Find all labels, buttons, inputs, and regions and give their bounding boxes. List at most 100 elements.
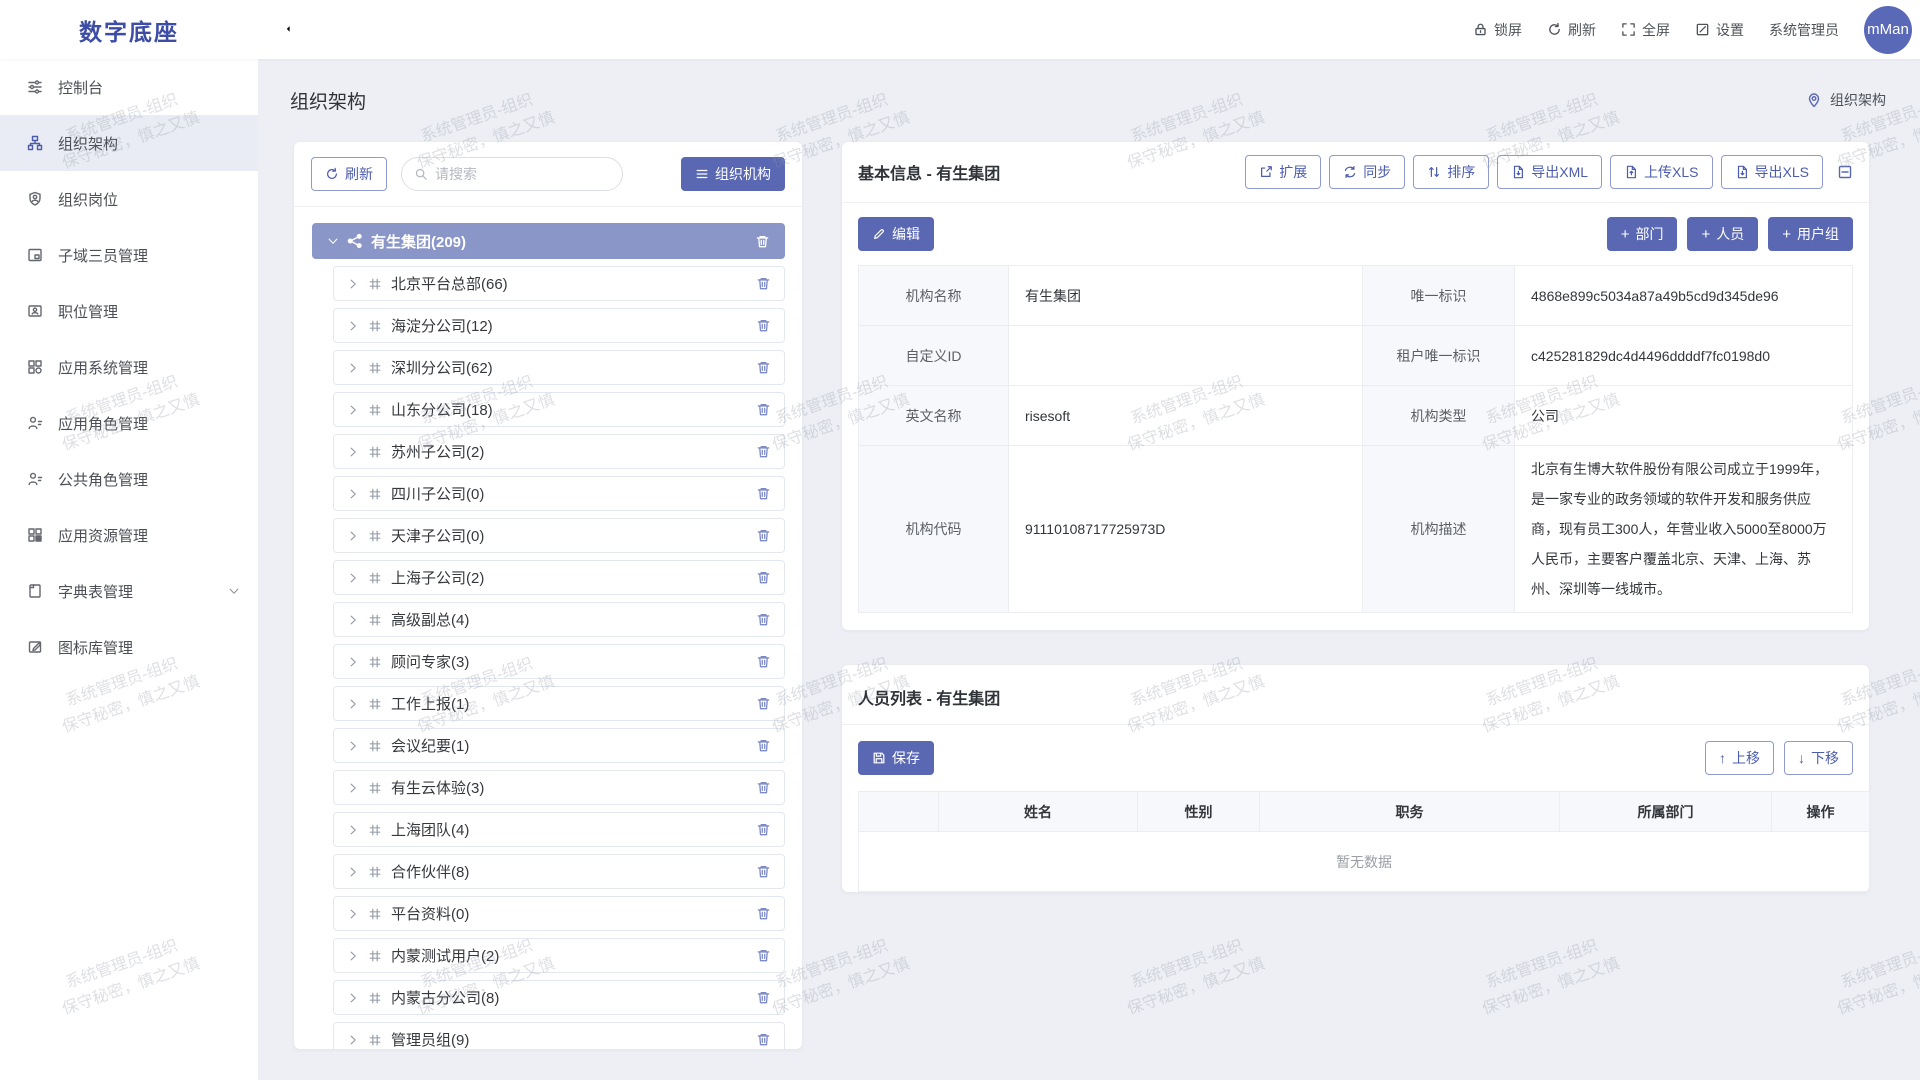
trash-icon[interactable] bbox=[756, 948, 771, 963]
chevron-right-icon[interactable] bbox=[347, 656, 359, 668]
tree-refresh-button[interactable]: 刷新 bbox=[311, 157, 387, 191]
org-structure-button[interactable]: 组织机构 bbox=[681, 157, 785, 191]
tree-node[interactable]: 内蒙测试用户(2) bbox=[333, 938, 785, 973]
chevron-right-icon[interactable] bbox=[347, 320, 359, 332]
breadcrumb-label: 组织架构 bbox=[1830, 90, 1886, 110]
avatar[interactable]: mMan bbox=[1864, 6, 1912, 54]
chevron-right-icon[interactable] bbox=[347, 698, 359, 710]
tree-root-node[interactable]: 有生集团(209) bbox=[312, 223, 785, 259]
tree-node[interactable]: 北京平台总部(66) bbox=[333, 266, 785, 301]
tree-node[interactable]: 深圳分公司(62) bbox=[333, 350, 785, 385]
toolbar-button-排序[interactable]: 排序 bbox=[1413, 155, 1489, 189]
field-value: risesoft bbox=[1009, 386, 1363, 446]
chevron-right-icon[interactable] bbox=[347, 992, 359, 1004]
chevron-right-icon[interactable] bbox=[347, 530, 359, 542]
collapse-panel-icon[interactable] bbox=[1837, 164, 1853, 180]
chevron-right-icon[interactable] bbox=[347, 782, 359, 794]
tree-node[interactable]: 高级副总(4) bbox=[333, 602, 785, 637]
chevron-right-icon[interactable] bbox=[347, 950, 359, 962]
chevron-right-icon[interactable] bbox=[347, 614, 359, 626]
chevron-right-icon[interactable] bbox=[347, 488, 359, 500]
sidebar-item-字典表管理[interactable]: 字典表管理 bbox=[0, 563, 258, 619]
chevron-right-icon[interactable] bbox=[347, 572, 359, 584]
sidebar-item-子域三员管理[interactable]: 子域三员管理 bbox=[0, 227, 258, 283]
tree-node[interactable]: 上海子公司(2) bbox=[333, 560, 785, 595]
sidebar-item-组织岗位[interactable]: 组织岗位 bbox=[0, 171, 258, 227]
tree-node[interactable]: 上海团队(4) bbox=[333, 812, 785, 847]
sidebar-item-应用角色管理[interactable]: 应用角色管理 bbox=[0, 395, 258, 451]
sidebar-item-职位管理[interactable]: 职位管理 bbox=[0, 283, 258, 339]
toolbar-button-同步[interactable]: 同步 bbox=[1329, 155, 1405, 189]
toolbar-button-扩展[interactable]: 扩展 bbox=[1245, 155, 1321, 189]
trash-icon[interactable] bbox=[756, 276, 771, 291]
move-up-button[interactable]: ↑ 上移 bbox=[1705, 741, 1774, 775]
toolbar-button-导出XML[interactable]: 导出XML bbox=[1497, 155, 1602, 189]
tree-node[interactable]: 内蒙古分公司(8) bbox=[333, 980, 785, 1015]
trash-icon[interactable] bbox=[756, 654, 771, 669]
trash-icon[interactable] bbox=[756, 738, 771, 753]
sidebar-item-应用系统管理[interactable]: 应用系统管理 bbox=[0, 339, 258, 395]
topbar-item-锁屏[interactable]: 锁屏 bbox=[1473, 20, 1522, 40]
sidebar-item-公共角色管理[interactable]: 公共角色管理 bbox=[0, 451, 258, 507]
trash-icon[interactable] bbox=[756, 612, 771, 627]
sidebar-item-应用资源管理[interactable]: 应用资源管理 bbox=[0, 507, 258, 563]
trash-icon[interactable] bbox=[756, 864, 771, 879]
tree-node[interactable]: 四川子公司(0) bbox=[333, 476, 785, 511]
trash-icon[interactable] bbox=[756, 318, 771, 333]
sidebar-item-组织架构[interactable]: 组织架构 bbox=[0, 115, 258, 171]
topbar-item-全屏[interactable]: 全屏 bbox=[1621, 20, 1670, 40]
add-用户组-button[interactable]: +用户组 bbox=[1768, 217, 1853, 251]
trash-icon[interactable] bbox=[756, 402, 771, 417]
trash-icon[interactable] bbox=[756, 906, 771, 921]
org-tree-panel: 刷新 组织机构 有生集团(209) 北京平台总部(66) 海淀分公司(12) 深圳分公… bbox=[294, 142, 802, 1049]
chevron-right-icon[interactable] bbox=[347, 824, 359, 836]
trash-icon[interactable] bbox=[756, 486, 771, 501]
chevron-right-icon[interactable] bbox=[347, 866, 359, 878]
tree-node[interactable]: 有生云体验(3) bbox=[333, 770, 785, 805]
chevron-right-icon[interactable] bbox=[347, 1034, 359, 1046]
trash-icon[interactable] bbox=[756, 1032, 771, 1047]
tree-node[interactable]: 顾问专家(3) bbox=[333, 644, 785, 679]
trash-icon[interactable] bbox=[756, 528, 771, 543]
sidebar-item-图标库管理[interactable]: 图标库管理 bbox=[0, 619, 258, 675]
trash-icon[interactable] bbox=[756, 822, 771, 837]
toolbar-button-上传XLS[interactable]: 上传XLS bbox=[1610, 155, 1712, 189]
trash-icon[interactable] bbox=[756, 444, 771, 459]
topbar-item-刷新[interactable]: 刷新 bbox=[1547, 20, 1596, 40]
trash-icon[interactable] bbox=[756, 570, 771, 585]
tree-node[interactable]: 工作上报(1) bbox=[333, 686, 785, 721]
tree-node[interactable]: 山东分公司(18) bbox=[333, 392, 785, 427]
trash-icon[interactable] bbox=[756, 696, 771, 711]
trash-icon[interactable] bbox=[755, 234, 770, 249]
trash-icon[interactable] bbox=[756, 990, 771, 1005]
edit-button[interactable]: 编辑 bbox=[858, 217, 934, 251]
tree-node[interactable]: 管理员组(9) bbox=[333, 1022, 785, 1049]
toolbar-button-导出XLS[interactable]: 导出XLS bbox=[1721, 155, 1823, 189]
tree-node[interactable]: 天津子公司(0) bbox=[333, 518, 785, 553]
trash-icon[interactable] bbox=[756, 360, 771, 375]
menu-fold-icon[interactable] bbox=[284, 21, 302, 39]
tree-node-label: 顾问专家(3) bbox=[391, 651, 469, 672]
chevron-right-icon[interactable] bbox=[347, 740, 359, 752]
current-user-label[interactable]: 系统管理员 bbox=[1769, 20, 1839, 40]
tree-node[interactable]: 苏州子公司(2) bbox=[333, 434, 785, 469]
chevron-right-icon[interactable] bbox=[347, 446, 359, 458]
chevron-right-icon[interactable] bbox=[347, 362, 359, 374]
tree-node[interactable]: 海淀分公司(12) bbox=[333, 308, 785, 343]
topbar-item-设置[interactable]: 设置 bbox=[1695, 20, 1744, 40]
chevron-right-icon[interactable] bbox=[347, 404, 359, 416]
trash-icon[interactable] bbox=[756, 780, 771, 795]
sidebar-item-控制台[interactable]: 控制台 bbox=[0, 59, 258, 115]
move-down-button[interactable]: ↓ 下移 bbox=[1784, 741, 1853, 775]
add-人员-button[interactable]: +人员 bbox=[1687, 217, 1758, 251]
add-部门-button[interactable]: +部门 bbox=[1607, 217, 1678, 251]
chevron-right-icon[interactable] bbox=[347, 278, 359, 290]
tree-search-input[interactable] bbox=[435, 166, 610, 182]
chevron-right-icon[interactable] bbox=[347, 908, 359, 920]
tree-node[interactable]: 合作伙伴(8) bbox=[333, 854, 785, 889]
tree-node-label: 海淀分公司(12) bbox=[391, 315, 493, 336]
tree-node[interactable]: 平台资料(0) bbox=[333, 896, 785, 931]
appstore-icon bbox=[27, 359, 43, 375]
save-button[interactable]: 保存 bbox=[858, 741, 934, 775]
tree-node[interactable]: 会议纪要(1) bbox=[333, 728, 785, 763]
